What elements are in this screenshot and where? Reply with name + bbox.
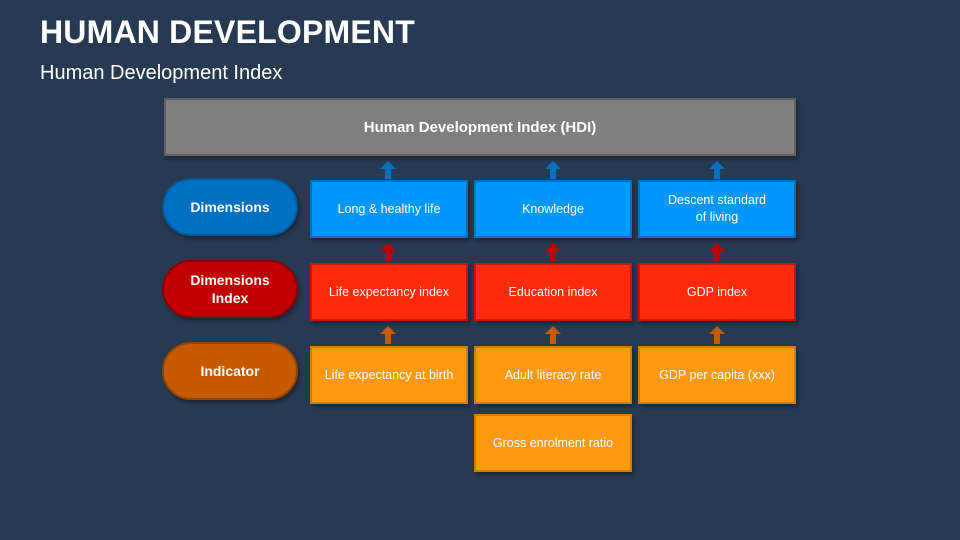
slide-subtitle: Human Development Index xyxy=(40,62,283,84)
dimensions-index-label-line1: Dimensions xyxy=(190,272,270,288)
dimensions-label: Dimensions xyxy=(190,199,270,215)
dimensions-label-pill: Dimensions xyxy=(162,178,298,236)
index-education-box: Education index xyxy=(474,263,632,321)
index-gdp-box: GDP index xyxy=(638,263,796,321)
indicator-label-pill: Indicator xyxy=(162,342,298,400)
dimension-living-standard-box: Descent standard of living xyxy=(638,180,796,238)
up-arrow-icon xyxy=(709,243,725,261)
indicator-gross-enrolment-label: Gross enrolment ratio xyxy=(492,435,614,450)
dimension-knowledge-label: Knowledge xyxy=(522,201,584,216)
up-arrow-icon xyxy=(380,161,396,179)
up-arrow-icon xyxy=(709,161,725,179)
indicator-adult-literacy-label: Adult literacy rate xyxy=(504,367,602,382)
index-life-expectancy-label: Life expectancy index xyxy=(328,284,450,299)
up-arrow-icon xyxy=(380,326,396,344)
dimension-living-line1: Descent standard xyxy=(668,193,766,207)
indicator-gdp-per-capita-box: GDP per capita (xxx) xyxy=(638,346,796,404)
hdi-box: Human Development Index (HDI) xyxy=(164,98,796,156)
dimension-health-box: Long & healthy life xyxy=(310,180,468,238)
dimensions-index-label-pill: Dimensions Index xyxy=(162,260,298,318)
index-education-label: Education index xyxy=(508,284,598,299)
index-life-expectancy-box: Life expectancy index xyxy=(310,263,468,321)
indicator-adult-literacy-box: Adult literacy rate xyxy=(474,346,632,404)
indicator-gdp-per-capita-label: GDP per capita (xxx) xyxy=(659,367,775,382)
dimension-knowledge-box: Knowledge xyxy=(474,180,632,238)
up-arrow-icon xyxy=(545,161,561,179)
dimension-living-line2: of living xyxy=(695,210,739,224)
index-gdp-label: GDP index xyxy=(686,284,748,299)
up-arrow-icon xyxy=(545,326,561,344)
hdi-label: Human Development Index (HDI) xyxy=(363,118,597,136)
dimensions-index-label-line2: Index xyxy=(211,290,249,306)
indicator-gross-enrolment-box: Gross enrolment ratio xyxy=(474,414,632,472)
up-arrow-icon xyxy=(545,243,561,261)
slide-title: HUMAN DEVELOPMENT xyxy=(40,14,415,50)
indicator-label: Indicator xyxy=(200,363,260,379)
dimension-health-label: Long & healthy life xyxy=(337,201,441,216)
up-arrow-icon xyxy=(709,326,725,344)
up-arrow-icon xyxy=(380,243,396,261)
indicator-life-expectancy-birth-label: Life expectancy at birth xyxy=(324,367,454,382)
indicator-life-expectancy-birth-box: Life expectancy at birth xyxy=(310,346,468,404)
